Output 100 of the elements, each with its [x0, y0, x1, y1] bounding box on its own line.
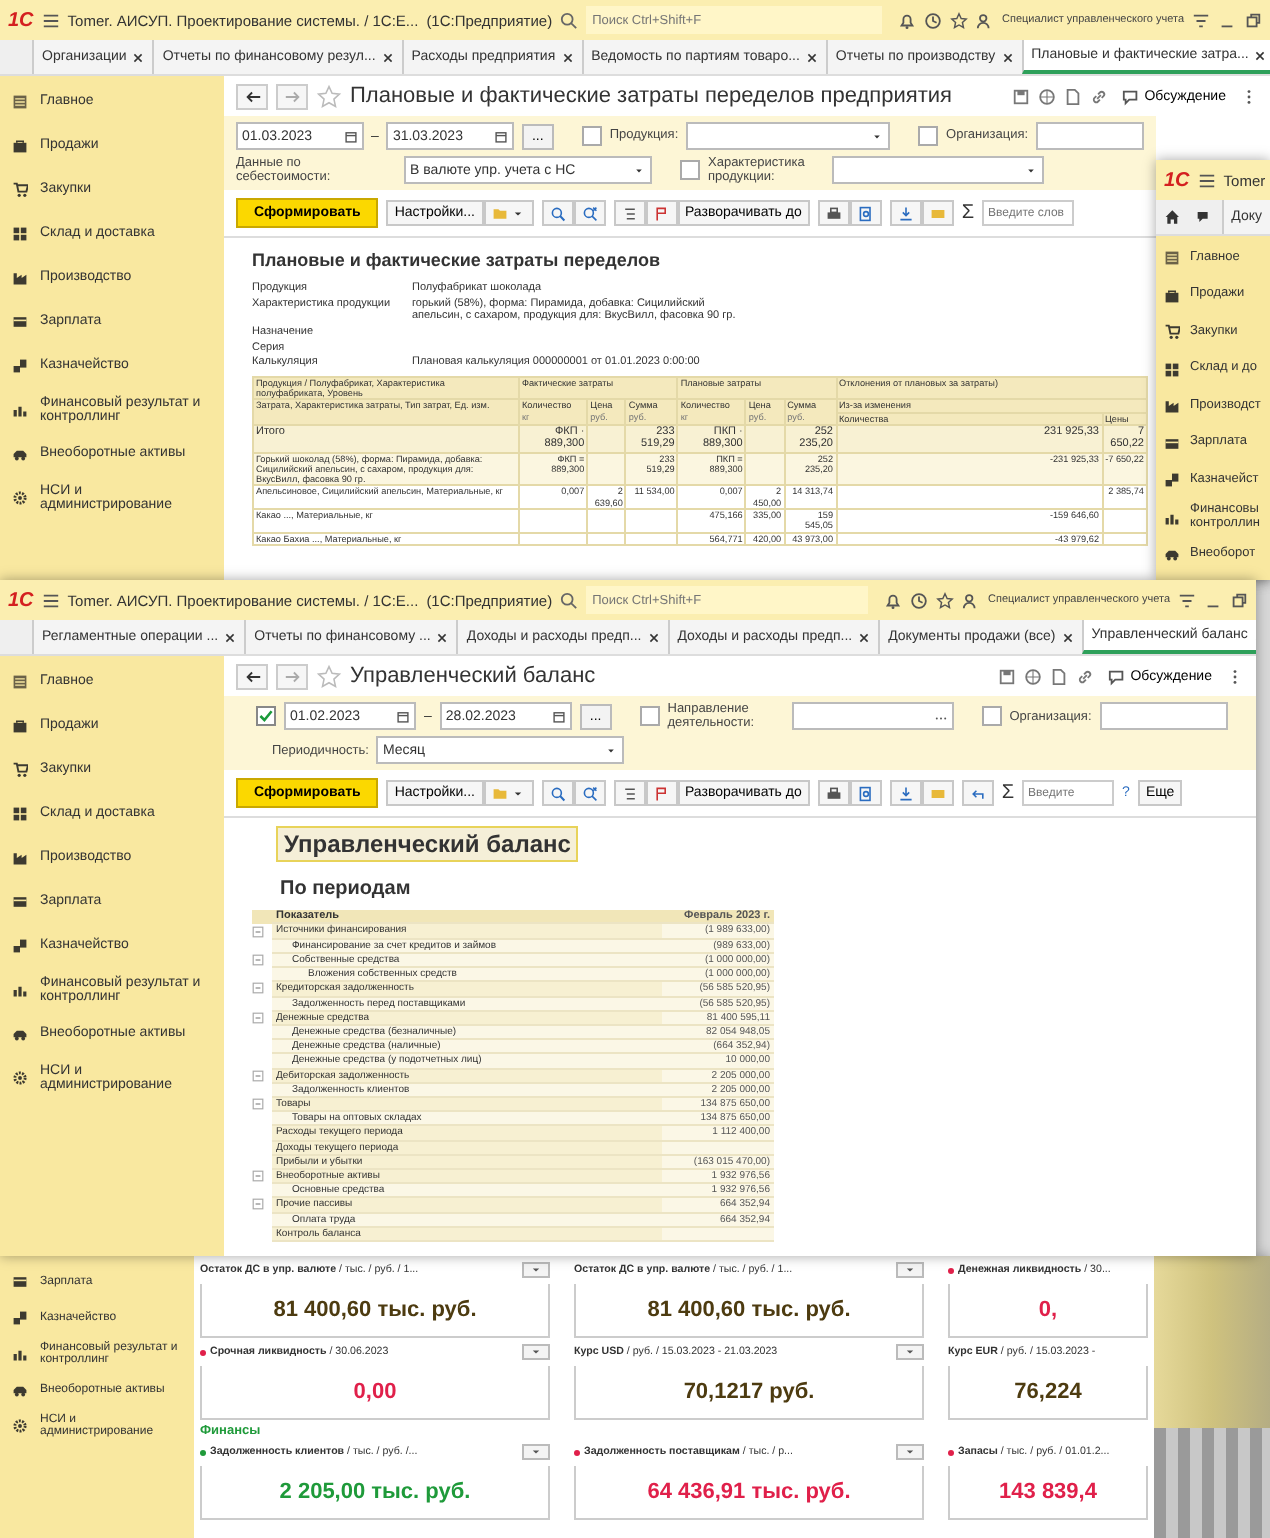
close-icon[interactable] — [1254, 49, 1267, 61]
folder-icon — [491, 205, 507, 222]
envelope-icon — [929, 785, 946, 802]
export-button[interactable] — [889, 200, 922, 227]
car-icon — [12, 1382, 28, 1398]
widget-value: 76,224 — [948, 1366, 1148, 1420]
export-button[interactable] — [889, 780, 922, 807]
users-icon[interactable] — [976, 11, 994, 29]
globe-icon[interactable] — [1038, 87, 1057, 105]
app-logo: 1С — [1164, 169, 1190, 191]
filter-icon[interactable] — [1178, 591, 1196, 609]
flag-button[interactable] — [645, 780, 677, 807]
bar-chart-icon — [12, 1346, 28, 1362]
preview-button[interactable] — [849, 780, 882, 807]
list-icon — [12, 674, 28, 690]
close-icon[interactable] — [436, 631, 449, 643]
report-title: Управленческий баланс — [276, 826, 579, 863]
print-button[interactable] — [817, 780, 850, 807]
report-title: Плановые и фактические затраты переделов — [252, 250, 663, 271]
star-icon[interactable] — [936, 591, 954, 609]
group-button[interactable] — [613, 780, 645, 807]
undo-arrow-icon — [969, 785, 986, 802]
filter-icon[interactable] — [1192, 11, 1210, 29]
coins-icon — [12, 1310, 28, 1326]
bag-icon — [12, 718, 28, 734]
find-button[interactable] — [541, 780, 573, 807]
history-icon[interactable] — [910, 591, 928, 609]
widget-value: 143 839,4 — [948, 1466, 1148, 1520]
card-icon — [12, 894, 28, 910]
star-icon[interactable] — [316, 83, 342, 109]
close-icon[interactable] — [561, 51, 574, 63]
menu-icon[interactable] — [41, 11, 60, 29]
download-icon — [897, 785, 914, 802]
app-logo: 1С — [8, 589, 34, 611]
save-icon[interactable] — [998, 667, 1017, 685]
flag-button[interactable] — [645, 200, 677, 227]
document-icon[interactable] — [1064, 87, 1083, 105]
back-button[interactable] — [236, 83, 268, 109]
coins-icon — [12, 938, 28, 954]
bell-icon[interactable] — [898, 11, 916, 29]
checkbox[interactable] — [981, 706, 1002, 727]
close-icon[interactable] — [381, 51, 394, 63]
close-icon[interactable] — [858, 631, 871, 643]
menu-icon[interactable] — [41, 591, 60, 609]
coins-icon — [1164, 472, 1180, 489]
search-icon — [549, 785, 565, 802]
bell-icon[interactable] — [884, 591, 902, 609]
find-button[interactable] — [541, 200, 573, 227]
link-icon[interactable] — [1090, 87, 1109, 105]
form-title: Управленческий баланс — [350, 664, 596, 688]
group-button[interactable] — [613, 200, 645, 227]
widget-value: 2 205,00 тыс. руб. — [200, 1466, 550, 1520]
close-icon[interactable] — [805, 51, 818, 63]
bar-chart-icon — [12, 402, 28, 418]
report-subtitle: По периодам — [280, 878, 413, 901]
users-icon[interactable] — [962, 591, 980, 609]
restore-icon[interactable] — [1244, 11, 1262, 29]
undo-button[interactable] — [961, 780, 994, 807]
back-button[interactable] — [236, 663, 268, 689]
clear-search-button[interactable] — [573, 200, 605, 227]
checkbox[interactable] — [581, 126, 602, 146]
sum-icon[interactable]: Σ — [1001, 782, 1015, 805]
save-icon[interactable] — [1012, 87, 1031, 105]
calendar-icon[interactable] — [343, 129, 358, 143]
flag-icon — [653, 785, 669, 802]
calendar-icon[interactable] — [396, 709, 410, 724]
close-icon[interactable] — [132, 51, 145, 63]
calendar-icon[interactable] — [493, 129, 508, 143]
history-icon[interactable] — [924, 11, 942, 29]
back-arrow-icon — [243, 87, 261, 105]
grid-icon — [12, 226, 28, 242]
card-icon — [12, 314, 28, 330]
sum-icon[interactable]: Σ — [961, 202, 975, 225]
card-icon — [12, 1274, 28, 1290]
checkbox[interactable] — [918, 126, 939, 146]
restore-icon[interactable] — [1230, 591, 1248, 609]
close-icon[interactable] — [1061, 631, 1074, 643]
document-icon[interactable] — [1050, 667, 1069, 685]
checkbox[interactable] — [639, 706, 660, 727]
link-icon[interactable] — [1076, 667, 1095, 685]
clear-search-button[interactable] — [573, 780, 605, 807]
checkbox[interactable] — [256, 706, 276, 727]
folder-icon — [491, 785, 507, 802]
home-icon[interactable] — [1164, 208, 1181, 226]
coins-icon — [12, 358, 28, 374]
grid-icon — [1164, 361, 1180, 378]
preview-button[interactable] — [849, 200, 882, 227]
star-icon[interactable] — [316, 663, 342, 689]
globe-icon[interactable] — [1024, 667, 1043, 685]
close-icon[interactable] — [224, 631, 237, 643]
cart-icon — [12, 182, 28, 198]
calendar-icon[interactable] — [551, 709, 566, 724]
close-icon[interactable] — [647, 631, 660, 643]
checkbox[interactable] — [680, 160, 700, 181]
menu-icon[interactable] — [1197, 171, 1216, 189]
chat-icon[interactable] — [1196, 208, 1214, 226]
star-icon[interactable] — [950, 11, 968, 29]
envelope-icon — [929, 205, 946, 222]
print-button[interactable] — [817, 200, 850, 227]
close-icon[interactable] — [1001, 51, 1014, 63]
